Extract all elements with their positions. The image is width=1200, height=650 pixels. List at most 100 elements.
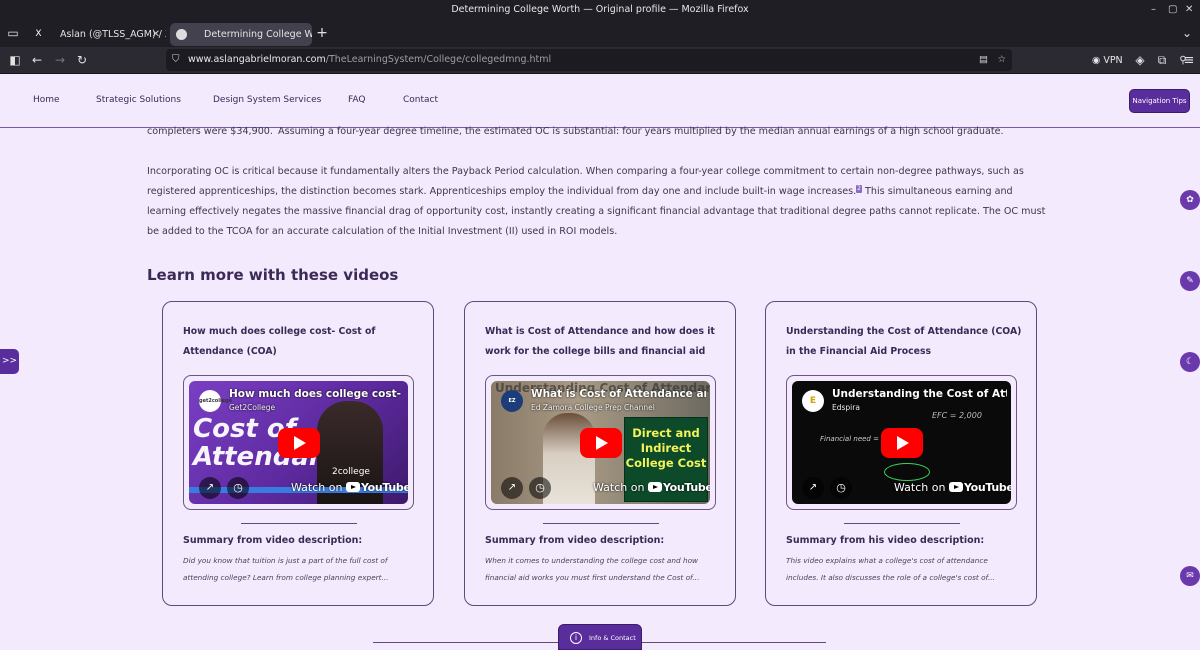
video-frame: Cost of Attendance 2college get2college … [183,375,414,510]
card-title: How much does college cost- Cost of Atte… [183,326,376,357]
video-player[interactable]: Understanding Cost of Attendance Direct … [491,381,710,504]
card-divider [241,523,357,524]
watch-on-label: Watch on [894,481,946,494]
nav-contact[interactable]: Contact [403,74,438,128]
watch-later-icon[interactable]: ◷ [227,477,249,499]
nav-faq[interactable]: FAQ [348,74,365,128]
forward-icon[interactable]: → [51,47,69,74]
paragraph-text: Assuming a four-year degree timeline, th… [274,126,1004,137]
maximize-icon[interactable]: ▢ [1168,0,1177,20]
nav-design-system-services[interactable]: Design System Services [213,74,321,128]
watch-on-youtube[interactable]: Watch on YouTube [291,479,408,497]
share-icon[interactable]: ↗ [501,477,523,499]
tab-x-profile[interactable]: X Aslan (@TLSS_AGM) / X ✕ [26,23,166,46]
youtube-logo-icon [647,482,662,492]
youtube-label: YouTube [360,481,408,494]
presenter-image [543,413,595,504]
play-button[interactable] [278,428,320,458]
card-divider [844,523,960,524]
nav-strategic-solutions[interactable]: Strategic Solutions [96,74,181,128]
paragraph-text: completers were $34,900. [147,126,273,137]
theme-icon[interactable]: ☾ [1180,352,1200,372]
summary-heading: Summary from his video description: [786,535,985,546]
summary-heading: Summary from video description: [183,535,363,546]
back-icon[interactable]: ← [28,47,46,74]
video-overlay-small: 2college [332,467,370,477]
summary-text: Did you know that tuition is just a part… [183,556,389,582]
paragraph-opportunity-cost-end: completers were $34,900. Assuming a four… [147,122,1047,142]
video-frame: EFC = 2,000 Financial need = COA E Under… [786,375,1017,510]
section-title: Learn more with these videos [147,266,399,284]
card-title: What is Cost of Attendance and how does … [485,326,715,357]
sidebar-icon[interactable]: ◧ [6,47,24,74]
video-title[interactable]: Understanding the Cost of Attendance (CO… [832,388,1007,400]
tab-label: Determining College Worth [204,29,312,40]
video-card: How much does college cost- Cost of Atte… [162,301,434,606]
navigation-tips-button[interactable]: Navigation Tips [1129,89,1190,113]
tab-label: Aslan (@TLSS_AGM) / X [60,29,166,40]
paragraph-incorporating-oc: Incorporating OC is critical because it … [147,162,1047,242]
watch-on-youtube[interactable]: Watch on YouTube [593,479,710,497]
share-icon[interactable]: ↗ [199,477,221,499]
video-channel[interactable]: Get2College [229,403,275,412]
card-divider [543,523,659,524]
channel-avatar[interactable]: get2college [199,390,232,412]
nav-home[interactable]: Home [33,74,60,128]
youtube-logo-icon [948,482,963,492]
url-path: /TheLearningSystem/College/collegedmng.h… [325,54,552,65]
bookmark-star-icon[interactable]: ☆ [997,49,1006,71]
video-player[interactable]: Cost of Attendance 2college get2college … [189,381,408,504]
channel-avatar[interactable]: EZ [501,390,523,412]
watch-on-label: Watch on [291,481,343,494]
watch-later-icon[interactable]: ◷ [529,477,551,499]
youtube-logo-icon [345,482,360,492]
extensions-icon[interactable]: ⧉ [1153,47,1171,74]
video-channel[interactable]: Ed Zamora College Prep Channel [531,403,655,412]
reader-view-icon[interactable]: ▤ [979,49,988,71]
chat-icon[interactable]: ✉ [1180,566,1200,586]
new-tab-icon[interactable]: + [313,20,331,47]
info-contact-button[interactable]: i Info & Contact [558,624,642,650]
tab-bar: ▭ X Aslan (@TLSS_AGM) / X ✕ Determining … [0,20,1200,47]
watch-later-icon[interactable]: ◷ [830,477,852,499]
share-icon[interactable]: ↗ [802,477,824,499]
channel-avatar[interactable]: E [802,390,824,412]
video-title[interactable]: What is Cost of Attendance and how does … [531,388,706,400]
window-title: Determining College Worth — Original pro… [451,4,749,15]
video-title[interactable]: How much does college cost- Cost of Atte… [229,388,404,400]
firefox-view-icon[interactable]: ▭ [4,20,22,47]
pocket-icon[interactable]: ◈ [1131,47,1149,74]
menu-icon[interactable]: ≡ [1182,47,1196,74]
video-card: Understanding the Cost of Attendance (CO… [765,301,1037,606]
watch-on-youtube[interactable]: Watch on YouTube [894,479,1011,497]
watch-on-label: Watch on [593,481,645,494]
vpn-button[interactable]: ◉ VPN [1092,47,1123,74]
close-window-icon[interactable]: ✕ [1185,0,1193,20]
video-channel[interactable]: Edspira [832,403,860,412]
youtube-label: YouTube [662,481,710,494]
site-favicon-icon [176,29,187,40]
vpn-icon: ◉ [1092,55,1101,66]
vpn-label: VPN [1103,55,1123,66]
minimize-icon[interactable]: – [1151,0,1156,20]
card-title: Understanding the Cost of Attendance (CO… [786,326,1022,357]
window-titlebar: Determining College Worth — Original pro… [0,0,1200,20]
youtube-label: YouTube [963,481,1011,494]
site-info-icon[interactable]: ⛉ [172,49,180,71]
video-player[interactable]: EFC = 2,000 Financial need = COA E Under… [792,381,1011,504]
palette-icon[interactable]: ✿ [1180,190,1200,210]
url-host: www.aslangabrielmoran.com [188,54,326,65]
pen-icon[interactable]: ✎ [1180,271,1200,291]
summary-heading: Summary from video description: [485,535,665,546]
video-frame: Understanding Cost of Attendance Direct … [485,375,716,510]
reload-icon[interactable]: ↻ [73,47,91,74]
tab-close-icon[interactable]: ✕ [152,23,160,46]
chalkboard-text: EFC = 2,000 [932,411,982,420]
list-tabs-icon[interactable]: ⌄ [1178,20,1196,47]
summary-text: When it comes to understanding the colle… [485,556,700,582]
expand-sidebar-button[interactable]: >> [0,349,19,374]
play-button[interactable] [881,428,923,458]
tab-determining-college-worth[interactable]: Determining College Worth [170,23,312,46]
play-button[interactable] [580,428,622,458]
url-bar[interactable]: ⛉ www.aslangabrielmoran.com/TheLearningS… [166,49,1012,71]
